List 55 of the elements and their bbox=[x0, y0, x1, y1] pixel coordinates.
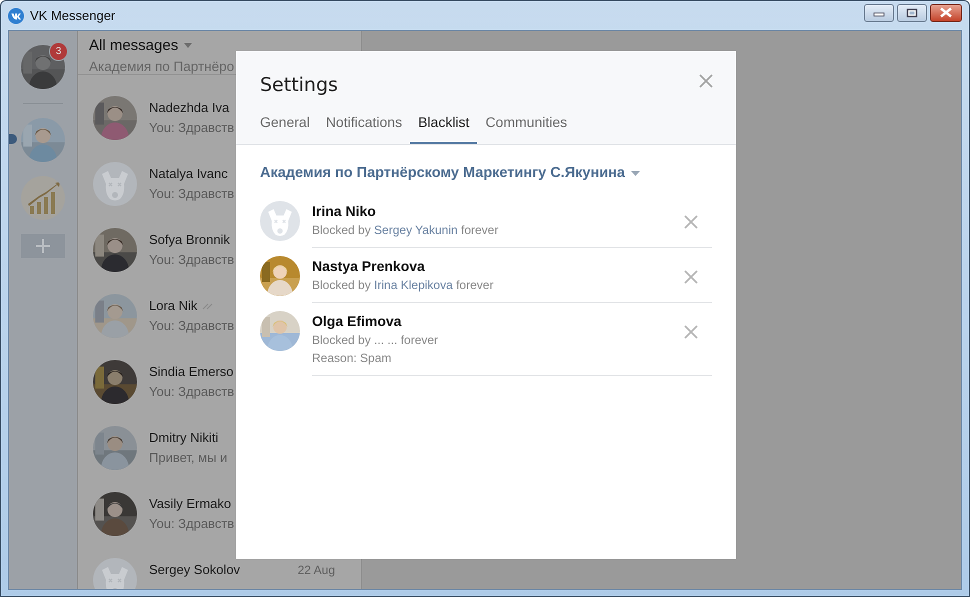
caret-icon bbox=[630, 170, 640, 176]
settings-tab[interactable]: Notifications bbox=[318, 110, 410, 144]
list-subtitle: Академия по Партнёро bbox=[89, 59, 236, 74]
chat-name[interactable]: Natalya Ivanc bbox=[149, 166, 228, 181]
remove-button[interactable] bbox=[684, 270, 698, 284]
close-icon bbox=[684, 325, 698, 339]
message-preview: You: Здравств bbox=[149, 384, 234, 399]
chat-name[interactable]: Nadezhda Iva bbox=[149, 100, 230, 115]
settings-tab[interactable]: Communities bbox=[477, 110, 576, 144]
close-button[interactable] bbox=[930, 4, 962, 22]
message-preview: You: Здравств bbox=[149, 318, 234, 333]
message-preview: You: Здравств bbox=[149, 120, 234, 135]
message-preview: Привет, мы и bbox=[149, 450, 228, 465]
chat-name[interactable]: Sindia Emerso bbox=[149, 364, 234, 379]
remove-button[interactable] bbox=[684, 215, 698, 229]
app-logo-icon bbox=[8, 8, 24, 24]
dialog-title: Settings bbox=[260, 74, 338, 96]
chat-date: 22 Aug bbox=[298, 562, 335, 576]
chat-name[interactable]: Dmitry Nikiti bbox=[149, 430, 218, 445]
close-icon bbox=[698, 73, 714, 89]
message-preview: You: Здравств bbox=[149, 252, 234, 267]
chat-name[interactable]: Sofya Bronnik bbox=[149, 232, 230, 247]
block-note: Blocked by Irina Klepikova forever bbox=[312, 278, 494, 292]
maximize-button[interactable] bbox=[897, 4, 927, 22]
add-button[interactable] bbox=[21, 234, 65, 258]
block-note: Blocked by Sergey Yakunin forever bbox=[312, 223, 500, 237]
block-reason: Reason: Spam bbox=[312, 351, 392, 365]
blocker-link[interactable]: Sergey Yakunin bbox=[374, 223, 458, 237]
block-note: Blocked by ... ... forever bbox=[312, 333, 440, 347]
close-icon bbox=[684, 270, 698, 284]
chat-name[interactable]: Lora Nik bbox=[149, 298, 198, 313]
chat-name[interactable]: Vasily Ermako bbox=[149, 496, 232, 511]
chat-name[interactable]: Sergey Sokolov bbox=[149, 562, 240, 577]
remove-button[interactable] bbox=[684, 325, 698, 339]
unread-badge: 3 bbox=[49, 42, 68, 61]
blocker-link[interactable]: Irina Klepikova bbox=[374, 278, 453, 292]
caret-icon bbox=[184, 43, 192, 48]
community-dropdown[interactable]: Академия по Партнёрскому Маркетингу С.Якунина bbox=[260, 165, 640, 181]
maximize-icon bbox=[906, 8, 918, 18]
plus-icon bbox=[35, 238, 51, 254]
dog-avatar-icon bbox=[260, 201, 300, 241]
message-preview: You: Здравств bbox=[149, 516, 234, 531]
close-icon bbox=[684, 215, 698, 229]
message-preview: You: Здравств bbox=[149, 186, 234, 201]
settings-tab[interactable]: General bbox=[252, 110, 318, 144]
settings-tab[interactable]: Blacklist bbox=[410, 110, 478, 144]
user-name: Irina Niko bbox=[312, 203, 377, 219]
close-icon bbox=[939, 7, 953, 18]
minimize-button[interactable] bbox=[864, 4, 894, 22]
dog-avatar-icon bbox=[93, 162, 137, 206]
window-title: VK Messenger bbox=[30, 8, 116, 23]
list-title[interactable]: All messages bbox=[89, 37, 178, 54]
user-name: Olga Efimova bbox=[312, 313, 402, 329]
user-name: Nastya Prenkova bbox=[312, 258, 426, 274]
dog-avatar-icon bbox=[93, 558, 137, 589]
